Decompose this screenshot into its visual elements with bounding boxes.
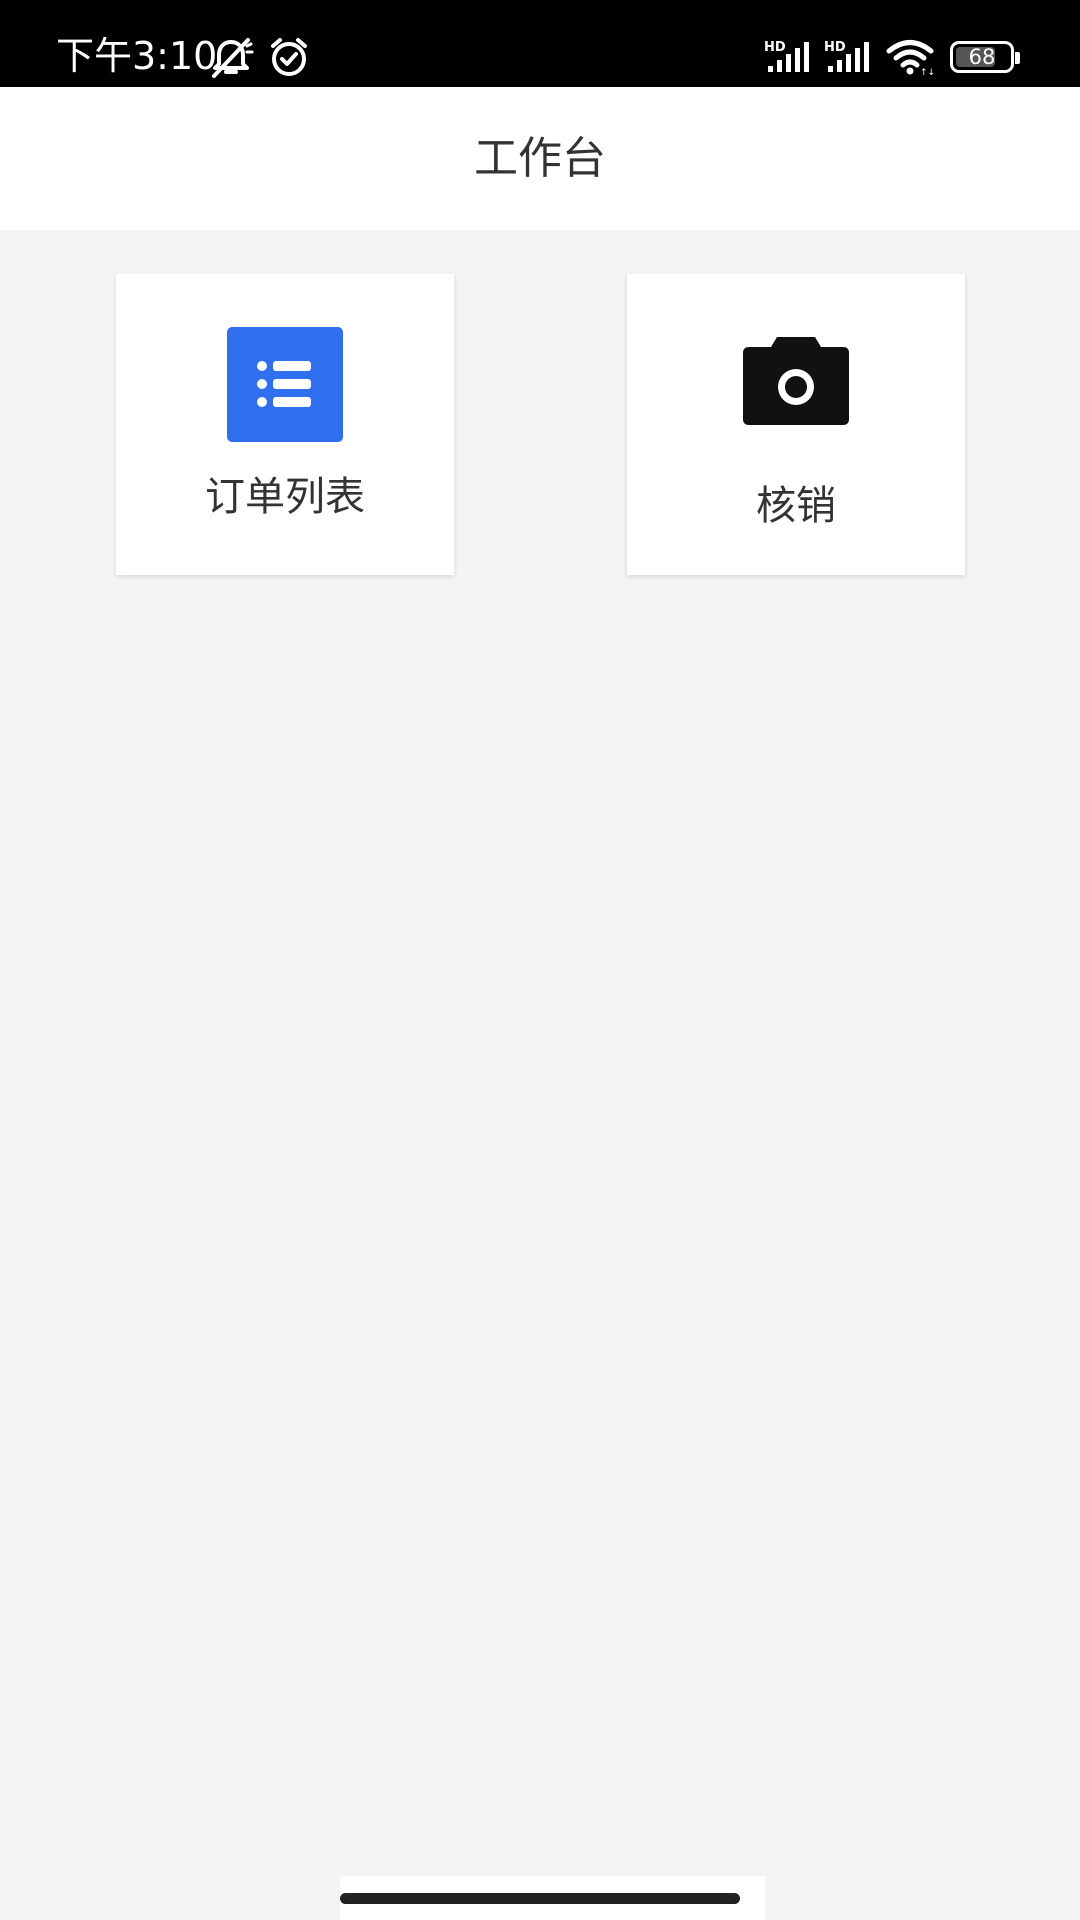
- verify-label: 核销: [756, 483, 836, 529]
- verify-tile[interactable]: 核销: [627, 274, 965, 575]
- status-bar: 下午3:10 HD HD ↑↓ 68: [0, 0, 1080, 87]
- mute-icon: [212, 38, 254, 78]
- home-indicator[interactable]: [340, 1893, 740, 1904]
- order-list-tile[interactable]: 订单列表: [116, 274, 454, 575]
- signal-hd-icon: HD: [824, 40, 869, 72]
- page-title: 工作台: [474, 133, 606, 184]
- alarm-icon: [271, 38, 307, 76]
- battery-level-text: 68: [968, 45, 996, 69]
- list-icon: [227, 327, 343, 442]
- status-time: 下午3:10: [56, 34, 218, 78]
- svg-text:↑↓: ↑↓: [920, 68, 934, 76]
- svg-text:HD: HD: [824, 40, 846, 55]
- camera-icon: [743, 337, 849, 425]
- svg-text:HD: HD: [764, 40, 786, 55]
- order-list-label: 订单列表: [205, 474, 365, 520]
- wifi-icon: ↑↓: [886, 40, 934, 76]
- battery-tip: [1015, 52, 1020, 64]
- signal-hd-icon: HD: [764, 40, 809, 72]
- battery-icon: 68: [950, 41, 1014, 73]
- app-header: 工作台: [0, 87, 1080, 230]
